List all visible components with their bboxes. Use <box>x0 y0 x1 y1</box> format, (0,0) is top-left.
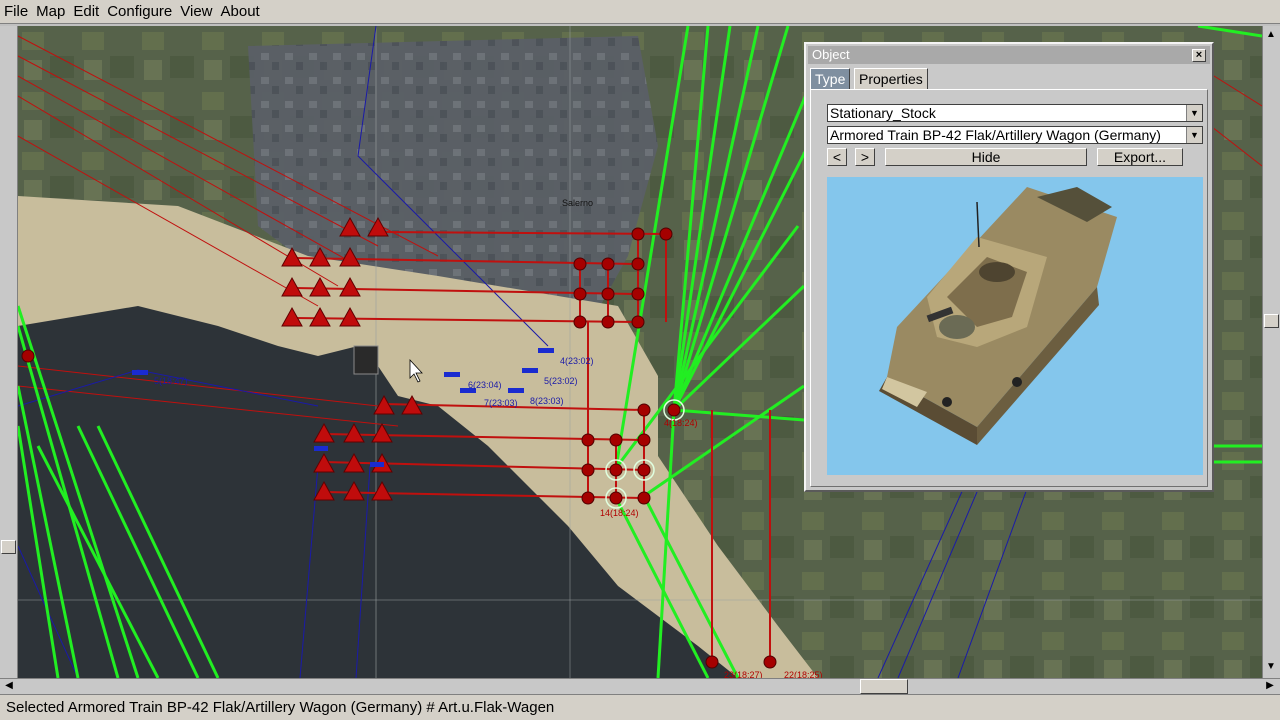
unit-label: 7(23:03) <box>484 398 518 408</box>
unit-label: 22(18:25) <box>784 670 823 678</box>
object-preview <box>827 177 1203 475</box>
unit-label: 23(18:27) <box>724 670 763 678</box>
hide-button[interactable]: Hide <box>885 148 1087 166</box>
next-button[interactable]: > <box>855 148 875 166</box>
menu-about[interactable]: About <box>217 1 264 23</box>
horizontal-scrollbar[interactable]: ◀ ▶ <box>0 678 1280 694</box>
menu-edit[interactable]: Edit <box>69 1 103 23</box>
object-model-select[interactable]: Armored Train BP-42 Flak/Artillery Wagon… <box>827 126 1203 144</box>
right-scrollbar[interactable]: ▲ ▼ <box>1262 26 1280 678</box>
chevron-down-icon[interactable]: ▼ <box>1186 127 1202 143</box>
scroll-down-icon[interactable]: ▼ <box>1263 660 1279 674</box>
left-scrollbar[interactable] <box>0 26 18 678</box>
menu-file[interactable]: File <box>0 1 32 23</box>
tab-type[interactable]: Type <box>810 68 851 89</box>
menu-configure[interactable]: Configure <box>103 1 176 23</box>
export-button[interactable]: Export... <box>1097 148 1183 166</box>
unit-label: 4(23:02) <box>560 356 594 366</box>
scroll-up-icon[interactable]: ▲ <box>1263 28 1279 42</box>
prev-button[interactable]: < <box>827 148 847 166</box>
menu-view[interactable]: View <box>176 1 216 23</box>
object-type-select[interactable]: Stationary_Stock ▼ <box>827 104 1203 122</box>
unit-label: 14(18:24) <box>600 508 639 518</box>
right-scroll-thumb[interactable] <box>1264 314 1279 328</box>
unit-label: 5(23:02) <box>544 376 578 386</box>
menu-map[interactable]: Map <box>32 1 69 23</box>
unit-label: 8(23:03) <box>530 396 564 406</box>
object-model-value: Armored Train BP-42 Flak/Artillery Wagon… <box>830 127 1161 143</box>
menu-bar: File Map Edit Configure View About <box>0 0 1280 24</box>
selected-object-marker[interactable] <box>353 345 379 375</box>
left-scroll-thumb[interactable] <box>1 540 16 554</box>
panel-title: Object <box>812 47 850 62</box>
unit-label: 4(18:24) <box>664 418 698 428</box>
tab-type-content: Stationary_Stock ▼ Armored Train BP-42 F… <box>810 89 1208 487</box>
horizontal-scroll-thumb[interactable] <box>860 679 908 694</box>
object-type-value: Stationary_Stock <box>830 105 936 121</box>
tab-properties[interactable]: Properties <box>854 68 928 89</box>
chevron-down-icon[interactable]: ▼ <box>1186 105 1202 121</box>
panel-title-bar[interactable]: Object × <box>808 46 1210 64</box>
close-icon[interactable]: × <box>1192 49 1206 62</box>
unit-label: 5(18:47) <box>154 376 188 386</box>
scroll-left-icon[interactable]: ◀ <box>1 679 17 693</box>
status-text: Selected Armored Train BP-42 Flak/Artill… <box>6 699 555 716</box>
object-panel[interactable]: Object × Type Properties Stationary_Stoc… <box>804 42 1214 492</box>
town-label: Salerno <box>562 198 593 208</box>
scroll-right-icon[interactable]: ▶ <box>1262 679 1278 693</box>
unit-label: 6(23:04) <box>468 380 502 390</box>
armored-wagon-image <box>879 187 1117 445</box>
status-bar: Selected Armored Train BP-42 Flak/Artill… <box>0 694 1280 720</box>
